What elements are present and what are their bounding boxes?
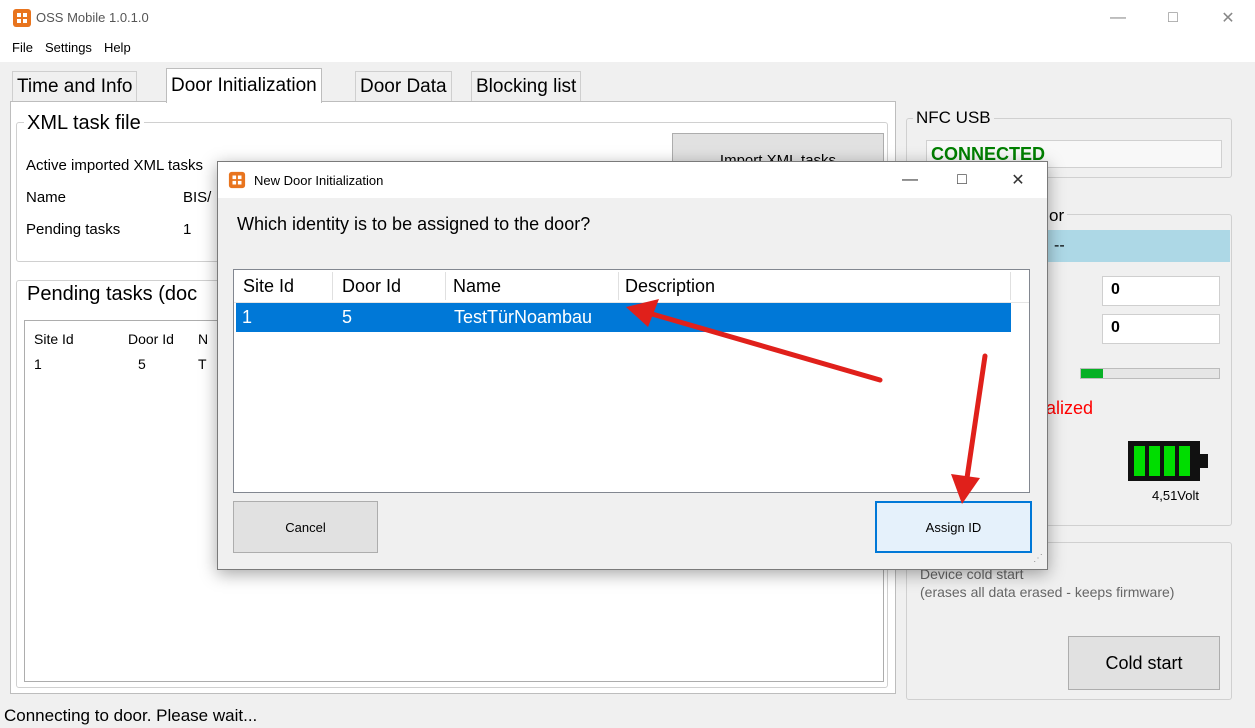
dialog-question: Which identity is to be assigned to the … bbox=[237, 214, 591, 234]
dialog-minimize-icon[interactable]: — bbox=[887, 162, 933, 198]
pending-row-name[interactable]: T bbox=[198, 356, 207, 372]
col-site-id[interactable]: Site Id bbox=[243, 276, 294, 297]
dialog-close-icon[interactable]: ✕ bbox=[995, 162, 1041, 198]
cold-start-desc: (erases all data erased - keeps firmware… bbox=[920, 584, 1175, 600]
pending-tasks-group-title: Pending tasks (doc bbox=[24, 283, 201, 306]
menu-help[interactable]: Help bbox=[98, 36, 137, 59]
close-icon[interactable]: ✕ bbox=[1205, 0, 1251, 36]
pending-row-site[interactable]: 1 bbox=[34, 356, 42, 372]
door-group-title: or bbox=[1046, 206, 1068, 226]
battery-icon bbox=[1128, 441, 1208, 481]
nfc-usb-title: NFC USB bbox=[913, 108, 994, 128]
door-progress-bar bbox=[1080, 368, 1220, 379]
menu-file[interactable]: File bbox=[6, 36, 39, 59]
row-name: TestTürNoambau bbox=[454, 307, 593, 327]
menu-settings[interactable]: Settings bbox=[39, 36, 98, 59]
dialog-title: New Door Initialization bbox=[254, 173, 384, 188]
assign-id-button[interactable]: Assign ID bbox=[875, 501, 1032, 553]
door-value-2: 0 bbox=[1102, 314, 1220, 344]
pending-col-site-id[interactable]: Site Id bbox=[34, 331, 74, 347]
identity-grid[interactable]: Site Id Door Id Name Description 1 5 Tes… bbox=[233, 269, 1030, 493]
tab-blocking-list[interactable]: Blocking list bbox=[471, 71, 582, 102]
tab-time-and-info[interactable]: Time and Info bbox=[12, 71, 138, 102]
maximize-icon[interactable]: □ bbox=[1150, 0, 1196, 36]
name-label: Name bbox=[26, 189, 67, 206]
pending-col-door-id[interactable]: Door Id bbox=[128, 331, 174, 347]
window-title: OSS Mobile 1.0.1.0 bbox=[36, 10, 149, 25]
minimize-icon[interactable]: — bbox=[1095, 0, 1141, 36]
door-status-text: alized bbox=[1046, 398, 1094, 418]
pending-tasks-label: Pending tasks bbox=[26, 221, 121, 238]
pending-col-name[interactable]: N bbox=[198, 331, 208, 347]
pending-tasks-value: 1 bbox=[183, 221, 192, 238]
active-xml-label: Active imported XML tasks bbox=[26, 157, 204, 174]
cold-start-button[interactable]: Cold start bbox=[1068, 636, 1220, 690]
col-description[interactable]: Description bbox=[625, 276, 715, 297]
resize-grip-icon[interactable]: ⋰ bbox=[1033, 553, 1043, 564]
new-door-init-dialog: New Door Initialization — □ ✕ Which iden… bbox=[217, 161, 1048, 570]
dialog-app-icon bbox=[228, 171, 246, 189]
xml-task-group-title: XML task file bbox=[24, 112, 144, 135]
col-door-id[interactable]: Door Id bbox=[342, 276, 401, 297]
menu-bar: File Settings Help bbox=[0, 36, 1255, 62]
grid-row-selected[interactable]: 1 5 TestTürNoambau bbox=[236, 303, 1011, 332]
pending-row-door[interactable]: 5 bbox=[138, 356, 146, 372]
door-value-1: 0 bbox=[1102, 276, 1220, 306]
battery-voltage: 4,51Volt bbox=[1152, 488, 1199, 503]
name-value: BIS/ bbox=[183, 189, 212, 206]
door-progress-fill bbox=[1081, 369, 1104, 378]
row-site-id: 1 bbox=[242, 307, 253, 327]
door-status-bar: -- bbox=[1040, 230, 1230, 262]
dialog-maximize-icon[interactable]: □ bbox=[939, 162, 985, 198]
cancel-button[interactable]: Cancel bbox=[233, 501, 378, 553]
status-bar: Connecting to door. Please wait... bbox=[4, 706, 258, 725]
row-door-id: 5 bbox=[342, 307, 353, 327]
tab-door-data[interactable]: Door Data bbox=[355, 71, 452, 102]
tab-door-initialization[interactable]: Door Initialization bbox=[166, 68, 322, 103]
title-bar: OSS Mobile 1.0.1.0 — □ ✕ bbox=[0, 0, 1255, 36]
col-name[interactable]: Name bbox=[453, 276, 501, 297]
app-logo-icon bbox=[13, 9, 31, 27]
dialog-title-bar: New Door Initialization — □ ✕ bbox=[218, 162, 1047, 198]
